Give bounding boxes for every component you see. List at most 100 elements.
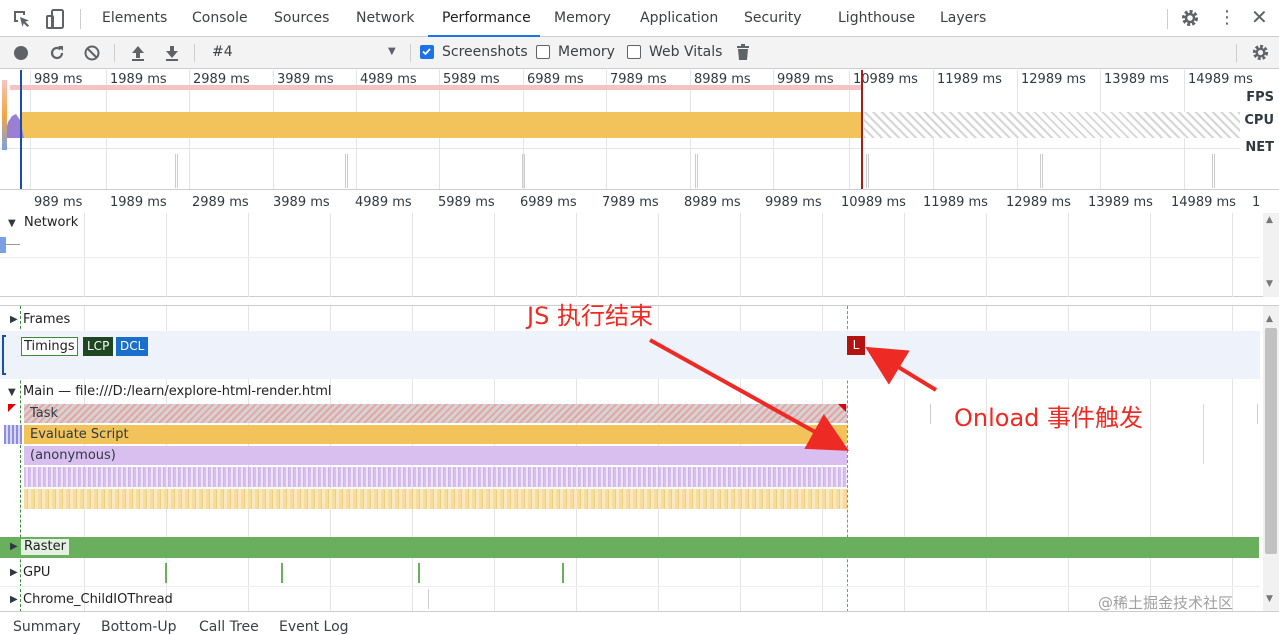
divider — [114, 44, 115, 62]
load-marker[interactable]: L — [847, 336, 865, 355]
more-options-icon[interactable]: ⋮ — [1218, 6, 1236, 30]
memory-label: Memory — [558, 44, 615, 60]
flame-scrollbar[interactable]: ▲ ▼ — [1263, 306, 1279, 611]
child-io-thread-label[interactable]: Chrome_ChildIOThread — [23, 592, 173, 607]
clear-icon[interactable] — [83, 44, 101, 62]
tab-elements[interactable]: Elements — [102, 0, 167, 37]
tab-application[interactable]: Application — [640, 0, 718, 37]
expand-arrow-icon[interactable]: ▶ — [10, 541, 18, 552]
tab-security[interactable]: Security — [744, 0, 802, 37]
raster-track-bar[interactable] — [0, 537, 1259, 558]
net-request — [866, 154, 869, 188]
tab-sources[interactable]: Sources — [274, 0, 329, 37]
collapse-arrow-icon[interactable]: ▼ — [8, 387, 16, 398]
scroll-down-icon[interactable]: ▼ — [1266, 594, 1273, 604]
scroll-up-icon[interactable]: ▲ — [1266, 215, 1273, 225]
download-icon[interactable] — [164, 44, 180, 62]
small-task[interactable] — [930, 404, 931, 424]
small-task[interactable] — [1257, 404, 1258, 424]
close-icon[interactable]: ✕ — [1251, 5, 1268, 29]
onload-annotation: Onload 事件触发 — [954, 404, 1144, 432]
tab-performance[interactable]: Performance — [428, 0, 540, 37]
trash-icon[interactable] — [736, 44, 750, 61]
screenshots-checkbox[interactable] — [420, 45, 434, 59]
network-scrollbar[interactable]: ▲ ▼ — [1263, 213, 1279, 297]
divider — [194, 44, 195, 62]
evaluate-script-bar[interactable]: Evaluate Script — [24, 425, 847, 444]
scroll-down-icon[interactable]: ▼ — [1266, 279, 1273, 289]
gpu-task[interactable] — [562, 563, 564, 583]
tab-summary[interactable]: Summary — [13, 619, 81, 635]
task-bar[interactable]: Task — [24, 404, 847, 423]
selection-end-handle[interactable] — [861, 70, 863, 189]
scroll-up-icon[interactable]: ▲ — [1266, 314, 1273, 324]
grid-line — [576, 213, 577, 297]
settings-gear-icon[interactable] — [1180, 8, 1200, 28]
upload-icon[interactable] — [130, 44, 146, 62]
inspect-element-icon[interactable] — [12, 9, 32, 29]
chevron-down-icon[interactable]: ▼ — [388, 46, 396, 57]
grid-line — [248, 213, 249, 297]
gpu-task[interactable] — [165, 563, 167, 583]
network-label[interactable]: Network — [24, 215, 78, 230]
web-vitals-checkbox[interactable] — [627, 45, 641, 59]
network-request-bar[interactable] — [0, 237, 6, 253]
raster-track-label[interactable]: Raster — [21, 539, 69, 555]
ruler-tick-label: 10989 ms — [841, 195, 906, 210]
net-request — [175, 154, 178, 188]
record-button[interactable] — [14, 46, 28, 60]
timings-track-label[interactable]: Timings — [21, 337, 78, 356]
grid-line — [986, 213, 987, 297]
expand-arrow-icon[interactable]: ▼ — [8, 218, 16, 229]
io-task[interactable] — [428, 589, 429, 609]
gpu-task[interactable] — [281, 563, 283, 583]
tab-memory[interactable]: Memory — [554, 0, 611, 37]
ruler-tick-label: 5989 ms — [438, 195, 495, 210]
tab-call-tree[interactable]: Call Tree — [199, 619, 259, 635]
expand-arrow-icon[interactable]: ▶ — [10, 594, 18, 605]
device-toolbar-icon[interactable] — [45, 8, 65, 30]
screenshots-label: Screenshots — [442, 44, 528, 60]
flame-chart[interactable]: ▶ Frames Timings LCP DCL L ▼ Main — file… — [0, 305, 1279, 611]
lcp-marker[interactable]: LCP — [83, 337, 114, 356]
overview-tick-label: 13989 ms — [1104, 72, 1169, 87]
main-thread-label[interactable]: Main — file:///D:/learn/explore-html-ren… — [23, 384, 331, 399]
net-request — [1040, 154, 1043, 188]
tab-event-log[interactable]: Event Log — [279, 619, 349, 635]
performance-toolbar: #4 ▼ Screenshots Memory Web Vitals — [0, 37, 1279, 69]
frames-track-label[interactable]: Frames — [23, 312, 70, 327]
nested-call-bars[interactable] — [24, 467, 847, 487]
divider — [0, 257, 1260, 258]
tab-network[interactable]: Network — [356, 0, 414, 37]
memory-checkbox[interactable] — [536, 45, 550, 59]
grid-line — [330, 213, 331, 297]
gpu-track-label[interactable]: GPU — [23, 565, 50, 580]
gpu-task[interactable] — [418, 563, 420, 583]
expand-arrow-icon[interactable]: ▶ — [10, 567, 18, 578]
divider — [0, 148, 1240, 149]
grid-line — [904, 213, 905, 297]
grid-line — [412, 213, 413, 297]
divider — [1236, 44, 1237, 62]
timeline-overview[interactable]: 989 ms 1989 ms 2989 ms 3989 ms 4989 ms 5989 m… — [0, 70, 1279, 190]
ruler-tick-label: 11989 ms — [923, 195, 988, 210]
capture-settings-gear-icon[interactable] — [1251, 43, 1270, 62]
scrollbar-thumb[interactable] — [1265, 328, 1277, 554]
nested-call-bars[interactable] — [24, 489, 847, 509]
network-request-whisker — [6, 244, 20, 245]
anonymous-function-bar[interactable]: (anonymous) — [24, 446, 847, 465]
expand-arrow-icon[interactable]: ▶ — [10, 314, 18, 325]
js-end-annotation: JS 执行结束 — [527, 302, 653, 330]
tab-lighthouse[interactable]: Lighthouse — [838, 0, 915, 37]
tab-bottom-up[interactable]: Bottom-Up — [101, 619, 177, 635]
tab-layers[interactable]: Layers — [940, 0, 986, 37]
watermark: @稀土掘金技术社区 — [1098, 594, 1234, 612]
reload-icon[interactable] — [48, 44, 66, 62]
tab-console[interactable]: Console — [192, 0, 248, 37]
divider — [0, 586, 1260, 587]
dcl-marker[interactable]: DCL — [116, 337, 149, 356]
small-task[interactable] — [1203, 404, 1204, 464]
grid-line — [494, 213, 495, 297]
profile-select[interactable]: #4 — [212, 37, 233, 68]
selection-start-handle[interactable] — [20, 70, 22, 189]
